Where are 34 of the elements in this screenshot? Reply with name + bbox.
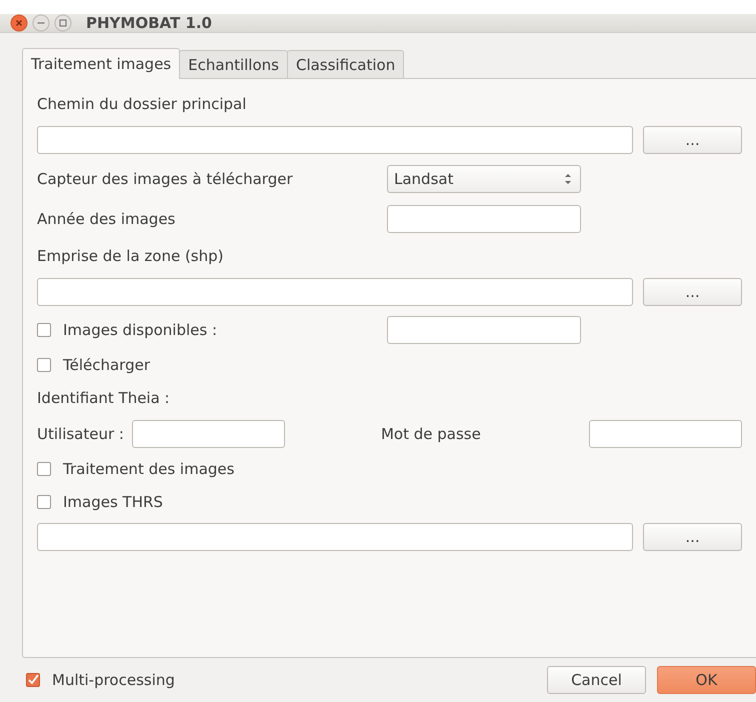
browse-button[interactable]: ... — [643, 523, 742, 551]
maximize-icon[interactable] — [54, 14, 72, 32]
field-label: Identifiant Theia : — [37, 389, 171, 407]
minimize-icon[interactable] — [32, 14, 50, 32]
year-field[interactable] — [387, 205, 581, 233]
checkbox[interactable]: Images disponibles : — [37, 320, 387, 338]
window-title: PHYMOBAT 1.0 — [86, 14, 212, 32]
checkbox[interactable]: Traitement des images — [37, 460, 387, 478]
tab[interactable]: Traitement images — [22, 48, 180, 79]
browse-button[interactable]: ... — [643, 126, 742, 154]
checkbox[interactable]: Télécharger — [37, 356, 387, 374]
checkbox[interactable]: Images THRS — [37, 492, 387, 510]
checkbox[interactable]: Multi-processing — [26, 671, 175, 689]
field-label: Utilisateur : — [37, 424, 124, 442]
spinner-arrows-icon — [564, 173, 572, 185]
images-field[interactable] — [387, 316, 581, 344]
browse-button[interactable]: ... — [643, 278, 742, 306]
path-field[interactable] — [37, 523, 634, 551]
checkmark-icon — [27, 674, 39, 686]
field-label: Emprise de la zone (shp) — [37, 247, 225, 265]
field-label: Mot de passe — [380, 424, 481, 442]
username-field[interactable] — [132, 420, 285, 448]
cancel-button[interactable]: Cancel — [547, 666, 646, 694]
field-label: Chemin du dossier principal — [37, 95, 248, 113]
close-icon[interactable] — [10, 14, 28, 32]
password-field[interactable] — [589, 420, 742, 448]
field-label: Capteur des images à télécharger — [37, 170, 294, 188]
tab[interactable]: Classification — [286, 50, 404, 78]
path-field[interactable] — [37, 278, 634, 306]
field-label: Année des images — [37, 210, 176, 228]
ok-button[interactable]: OK — [657, 666, 756, 694]
path-field[interactable] — [37, 126, 634, 154]
tab[interactable]: Echantillons — [179, 50, 288, 78]
sensor-dropdown[interactable]: Landsat — [387, 165, 581, 193]
